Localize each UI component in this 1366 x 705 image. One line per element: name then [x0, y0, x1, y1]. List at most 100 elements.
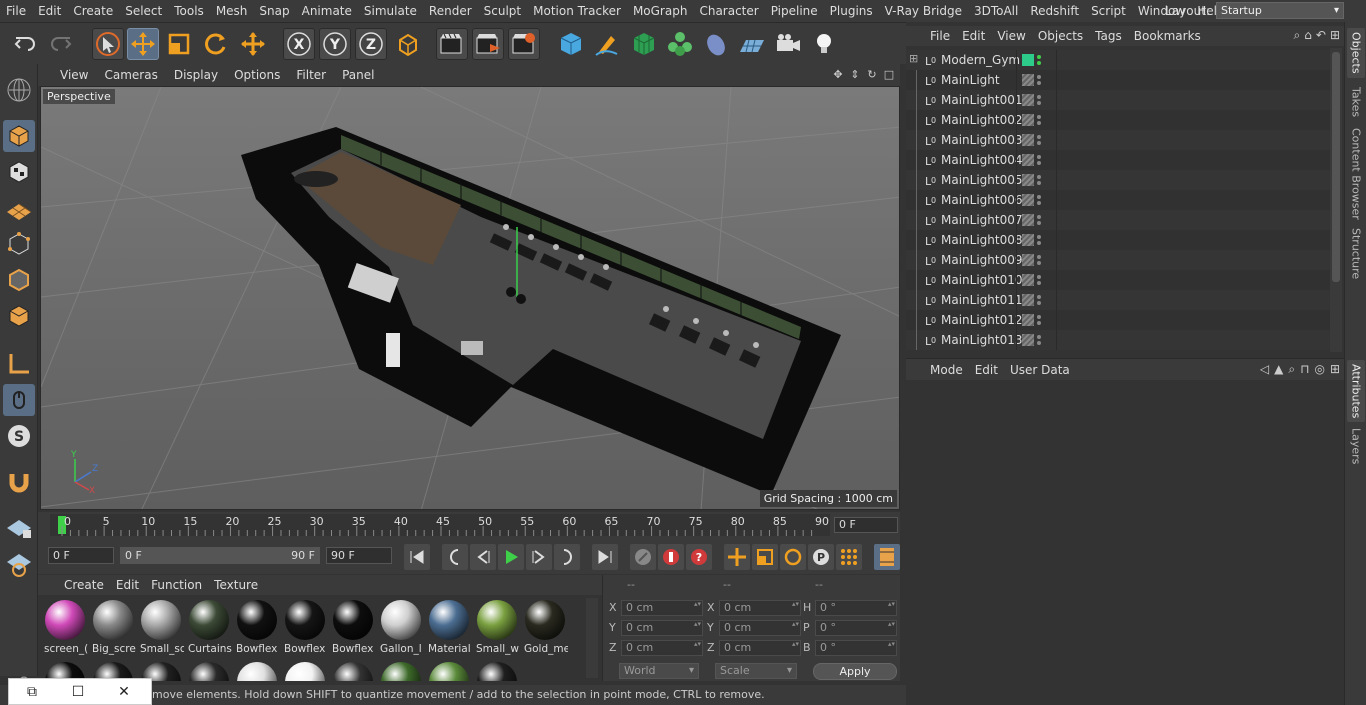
close-icon[interactable]: ✕ [101, 679, 147, 704]
snapping-icon[interactable]: S [3, 420, 35, 452]
size-z-field[interactable]: 0 cm [719, 640, 801, 656]
up-arrow-icon[interactable]: ▲ [1274, 362, 1283, 377]
menu-snap[interactable]: Snap [253, 0, 295, 22]
restore-icon[interactable]: ⧉ [9, 679, 55, 704]
next-frame-icon[interactable] [526, 544, 552, 570]
redo-icon[interactable] [44, 28, 76, 60]
layer-none-icon[interactable] [1022, 334, 1034, 346]
object-row-light[interactable]: L 0 MainLight011 [906, 290, 1330, 310]
new-window-icon[interactable]: ⊞ [1330, 28, 1340, 43]
material-swatch[interactable]: Curtains [186, 597, 232, 655]
key-rotation-icon[interactable] [780, 544, 806, 570]
visibility-dots-icon[interactable] [1036, 53, 1042, 67]
polygons-mode-icon[interactable] [3, 300, 35, 332]
object-list-scrollbar[interactable] [1330, 48, 1342, 352]
menu-tools[interactable]: Tools [168, 0, 210, 22]
material-swatch[interactable] [282, 659, 328, 681]
menu-character[interactable]: Character [693, 0, 764, 22]
render-picture-viewer-icon[interactable] [472, 28, 504, 60]
rotation-h-field[interactable]: 0 ° [815, 600, 897, 616]
tab-objects[interactable]: Objects [1347, 28, 1365, 78]
visibility-dots-icon[interactable] [1036, 233, 1042, 247]
material-swatch[interactable] [474, 659, 520, 681]
menu-select[interactable]: Select [119, 0, 168, 22]
previous-key-icon[interactable] [442, 544, 468, 570]
layer-none-icon[interactable] [1022, 234, 1034, 246]
visibility-dots-icon[interactable] [1036, 333, 1042, 347]
live-selection-icon[interactable] [237, 28, 269, 60]
layer-none-icon[interactable] [1022, 174, 1034, 186]
menu-redshift[interactable]: Redshift [1024, 0, 1085, 22]
rotate-icon[interactable] [199, 28, 231, 60]
play-icon[interactable] [498, 544, 524, 570]
key-pla-icon[interactable] [836, 544, 862, 570]
coordinate-space-select[interactable]: World [619, 663, 699, 679]
material-menu-texture[interactable]: Texture [208, 578, 264, 592]
material-swatch[interactable]: Bowflex [282, 597, 328, 655]
key-scale-icon[interactable] [752, 544, 778, 570]
viewport-menu-view[interactable]: View [52, 64, 96, 86]
material-swatch[interactable]: screen_( [42, 597, 88, 655]
back-icon[interactable]: ↶ [1316, 28, 1326, 43]
go-to-start-icon[interactable] [404, 544, 430, 570]
material-menu-create[interactable]: Create [58, 578, 110, 592]
camera-icon[interactable] [772, 28, 804, 60]
attributes-menu-mode[interactable]: Mode [924, 363, 969, 377]
timeline-ruler[interactable]: 0 5 10 15 20 25 30 35 40 45 50 55 60 65 70 75 80 85 90 [50, 514, 830, 536]
maximize-icon[interactable]: ☐ [55, 679, 101, 704]
material-swatch[interactable] [186, 659, 232, 681]
layer-none-icon[interactable] [1022, 94, 1034, 106]
floor-icon[interactable] [736, 28, 768, 60]
layer-none-icon[interactable] [1022, 194, 1034, 206]
attributes-menu-user-data[interactable]: User Data [1004, 363, 1076, 377]
material-swatch[interactable]: Small_w [474, 597, 520, 655]
layer-none-icon[interactable] [1022, 254, 1034, 266]
apply-button[interactable]: Apply [813, 663, 897, 680]
visibility-dots-icon[interactable] [1036, 113, 1042, 127]
target-icon[interactable]: ◎ [1314, 362, 1324, 377]
texture-mode-icon[interactable] [3, 156, 35, 188]
object-row-light[interactable]: L 0 MainLight007 [906, 210, 1330, 230]
cloner-icon[interactable] [664, 28, 696, 60]
layer-none-icon[interactable] [1022, 274, 1034, 286]
move-icon[interactable] [127, 28, 159, 60]
new-window-icon[interactable]: ⊞ [1330, 362, 1340, 377]
edges-mode-icon[interactable] [3, 264, 35, 296]
menu-sculpt[interactable]: Sculpt [478, 0, 527, 22]
visibility-dots-icon[interactable] [1036, 273, 1042, 287]
viewport-menu-panel[interactable]: Panel [334, 64, 382, 86]
light-icon[interactable] [808, 28, 840, 60]
visibility-dots-icon[interactable] [1036, 253, 1042, 267]
attributes-menu-edit[interactable]: Edit [969, 363, 1004, 377]
layer-none-icon[interactable] [1022, 314, 1034, 326]
workplane-icon[interactable] [3, 192, 35, 224]
scale-icon[interactable] [163, 28, 195, 60]
coordinate-system-icon[interactable] [392, 28, 424, 60]
make-editable-icon[interactable] [3, 74, 35, 106]
objects-menu-file[interactable]: File [924, 29, 956, 43]
object-row-light[interactable]: L 0 MainLight [906, 70, 1330, 90]
layer-none-icon[interactable] [1022, 294, 1034, 306]
visibility-dots-icon[interactable] [1036, 173, 1042, 187]
rotation-b-field[interactable]: 0 ° [815, 640, 897, 656]
model-mode-icon[interactable] [3, 120, 35, 152]
material-swatch[interactable]: Gold_me [522, 597, 568, 655]
record-active-objects-icon[interactable] [630, 544, 656, 570]
key-position-icon[interactable] [724, 544, 750, 570]
visibility-dots-icon[interactable] [1036, 73, 1042, 87]
undo-icon[interactable] [10, 28, 42, 60]
points-mode-icon[interactable] [3, 228, 35, 260]
object-row-group[interactable]: ⊞ L 0 Modern_Gym [906, 50, 1330, 70]
size-x-field[interactable]: 0 cm [719, 600, 801, 616]
position-x-field[interactable]: 0 cm [621, 600, 703, 616]
material-swatch[interactable]: Material [426, 597, 472, 655]
menu-render[interactable]: Render [423, 0, 478, 22]
material-swatch[interactable]: Big_scre [90, 597, 136, 655]
visibility-dots-icon[interactable] [1036, 153, 1042, 167]
visibility-dots-icon[interactable] [1036, 193, 1042, 207]
objects-menu-view[interactable]: View [991, 29, 1031, 43]
autokeying-icon[interactable] [658, 544, 684, 570]
object-row-light[interactable]: L 0 MainLight005 [906, 170, 1330, 190]
menu-script[interactable]: Script [1085, 0, 1132, 22]
material-scrollbar[interactable] [586, 598, 598, 678]
